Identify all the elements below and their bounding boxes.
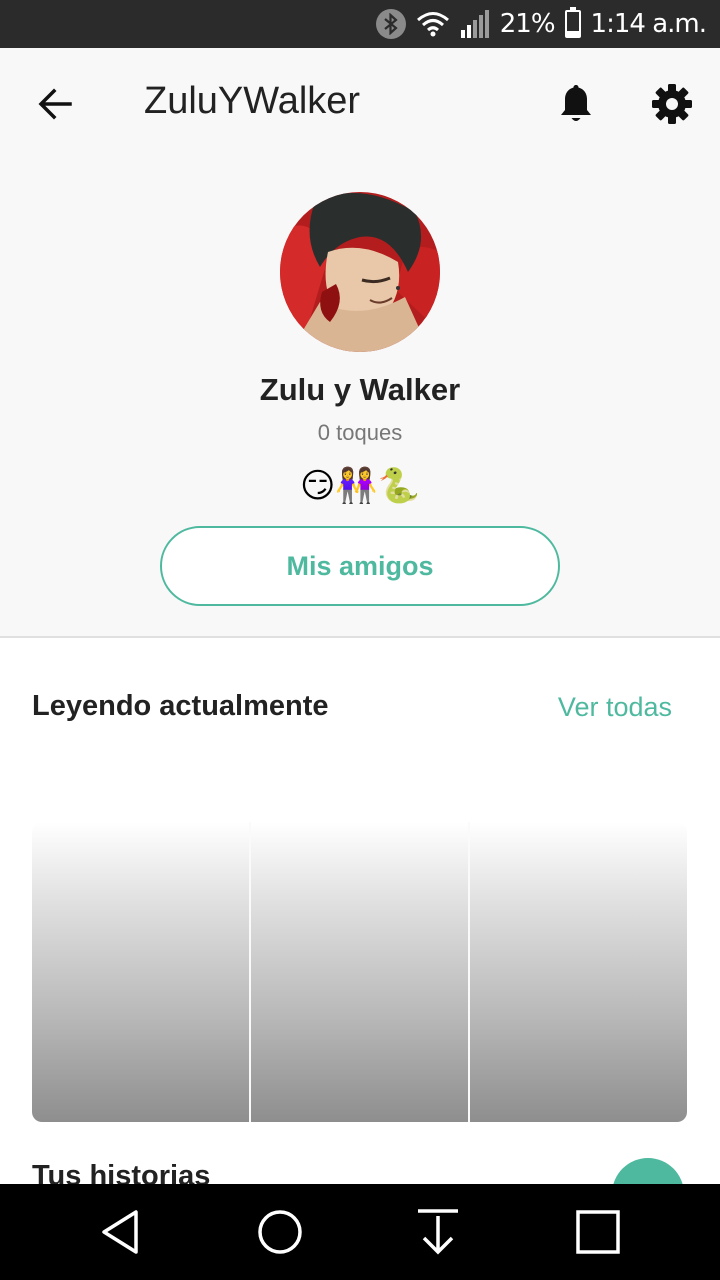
bell-icon[interactable] xyxy=(556,82,596,126)
wifi-icon xyxy=(416,12,449,37)
notification-pulldown-icon[interactable] xyxy=(412,1206,464,1258)
your-stories-title: Tus historias xyxy=(32,1160,211,1184)
see-all-link[interactable]: Ver todas xyxy=(558,692,672,723)
avatar[interactable] xyxy=(280,192,440,352)
recent-apps-square-icon[interactable] xyxy=(572,1206,624,1258)
home-circle-icon[interactable] xyxy=(254,1206,306,1258)
book-cover-placeholder[interactable] xyxy=(32,822,249,1122)
gear-icon[interactable] xyxy=(650,82,694,126)
battery-percent: 21% xyxy=(499,9,556,39)
new-story-fab[interactable] xyxy=(612,1158,684,1184)
navigation-bar xyxy=(0,1184,720,1280)
book-cover-placeholder[interactable] xyxy=(249,822,468,1122)
signal-icon xyxy=(460,10,489,38)
status-bar: 21% 1:14 a.m. xyxy=(0,0,720,48)
reading-list-shelf xyxy=(32,822,687,1122)
top-app-bar: ZuluYWalker xyxy=(0,48,720,160)
bluetooth-icon xyxy=(375,9,406,39)
battery-icon xyxy=(564,7,581,38)
currently-reading-title: Leyendo actualmente xyxy=(32,690,329,722)
profile-screen: ZuluYWalker Zulu y Walker 0 toques 😏👭🐍 M… xyxy=(0,48,720,1184)
book-cover-placeholder[interactable] xyxy=(468,822,687,1122)
back-arrow-icon[interactable] xyxy=(34,82,78,126)
my-friends-button[interactable]: Mis amigos xyxy=(160,526,560,606)
profile-header: ZuluYWalker Zulu y Walker 0 toques 😏👭🐍 M… xyxy=(0,48,720,638)
touches-count: 0 toques xyxy=(317,420,403,445)
page-title: ZuluYWalker xyxy=(144,80,361,122)
bio-emojis: 😏👭🐍 xyxy=(299,466,421,506)
display-name: Zulu y Walker xyxy=(259,372,461,407)
clock: 1:14 a.m. xyxy=(590,9,707,39)
back-triangle-icon[interactable] xyxy=(96,1206,148,1258)
